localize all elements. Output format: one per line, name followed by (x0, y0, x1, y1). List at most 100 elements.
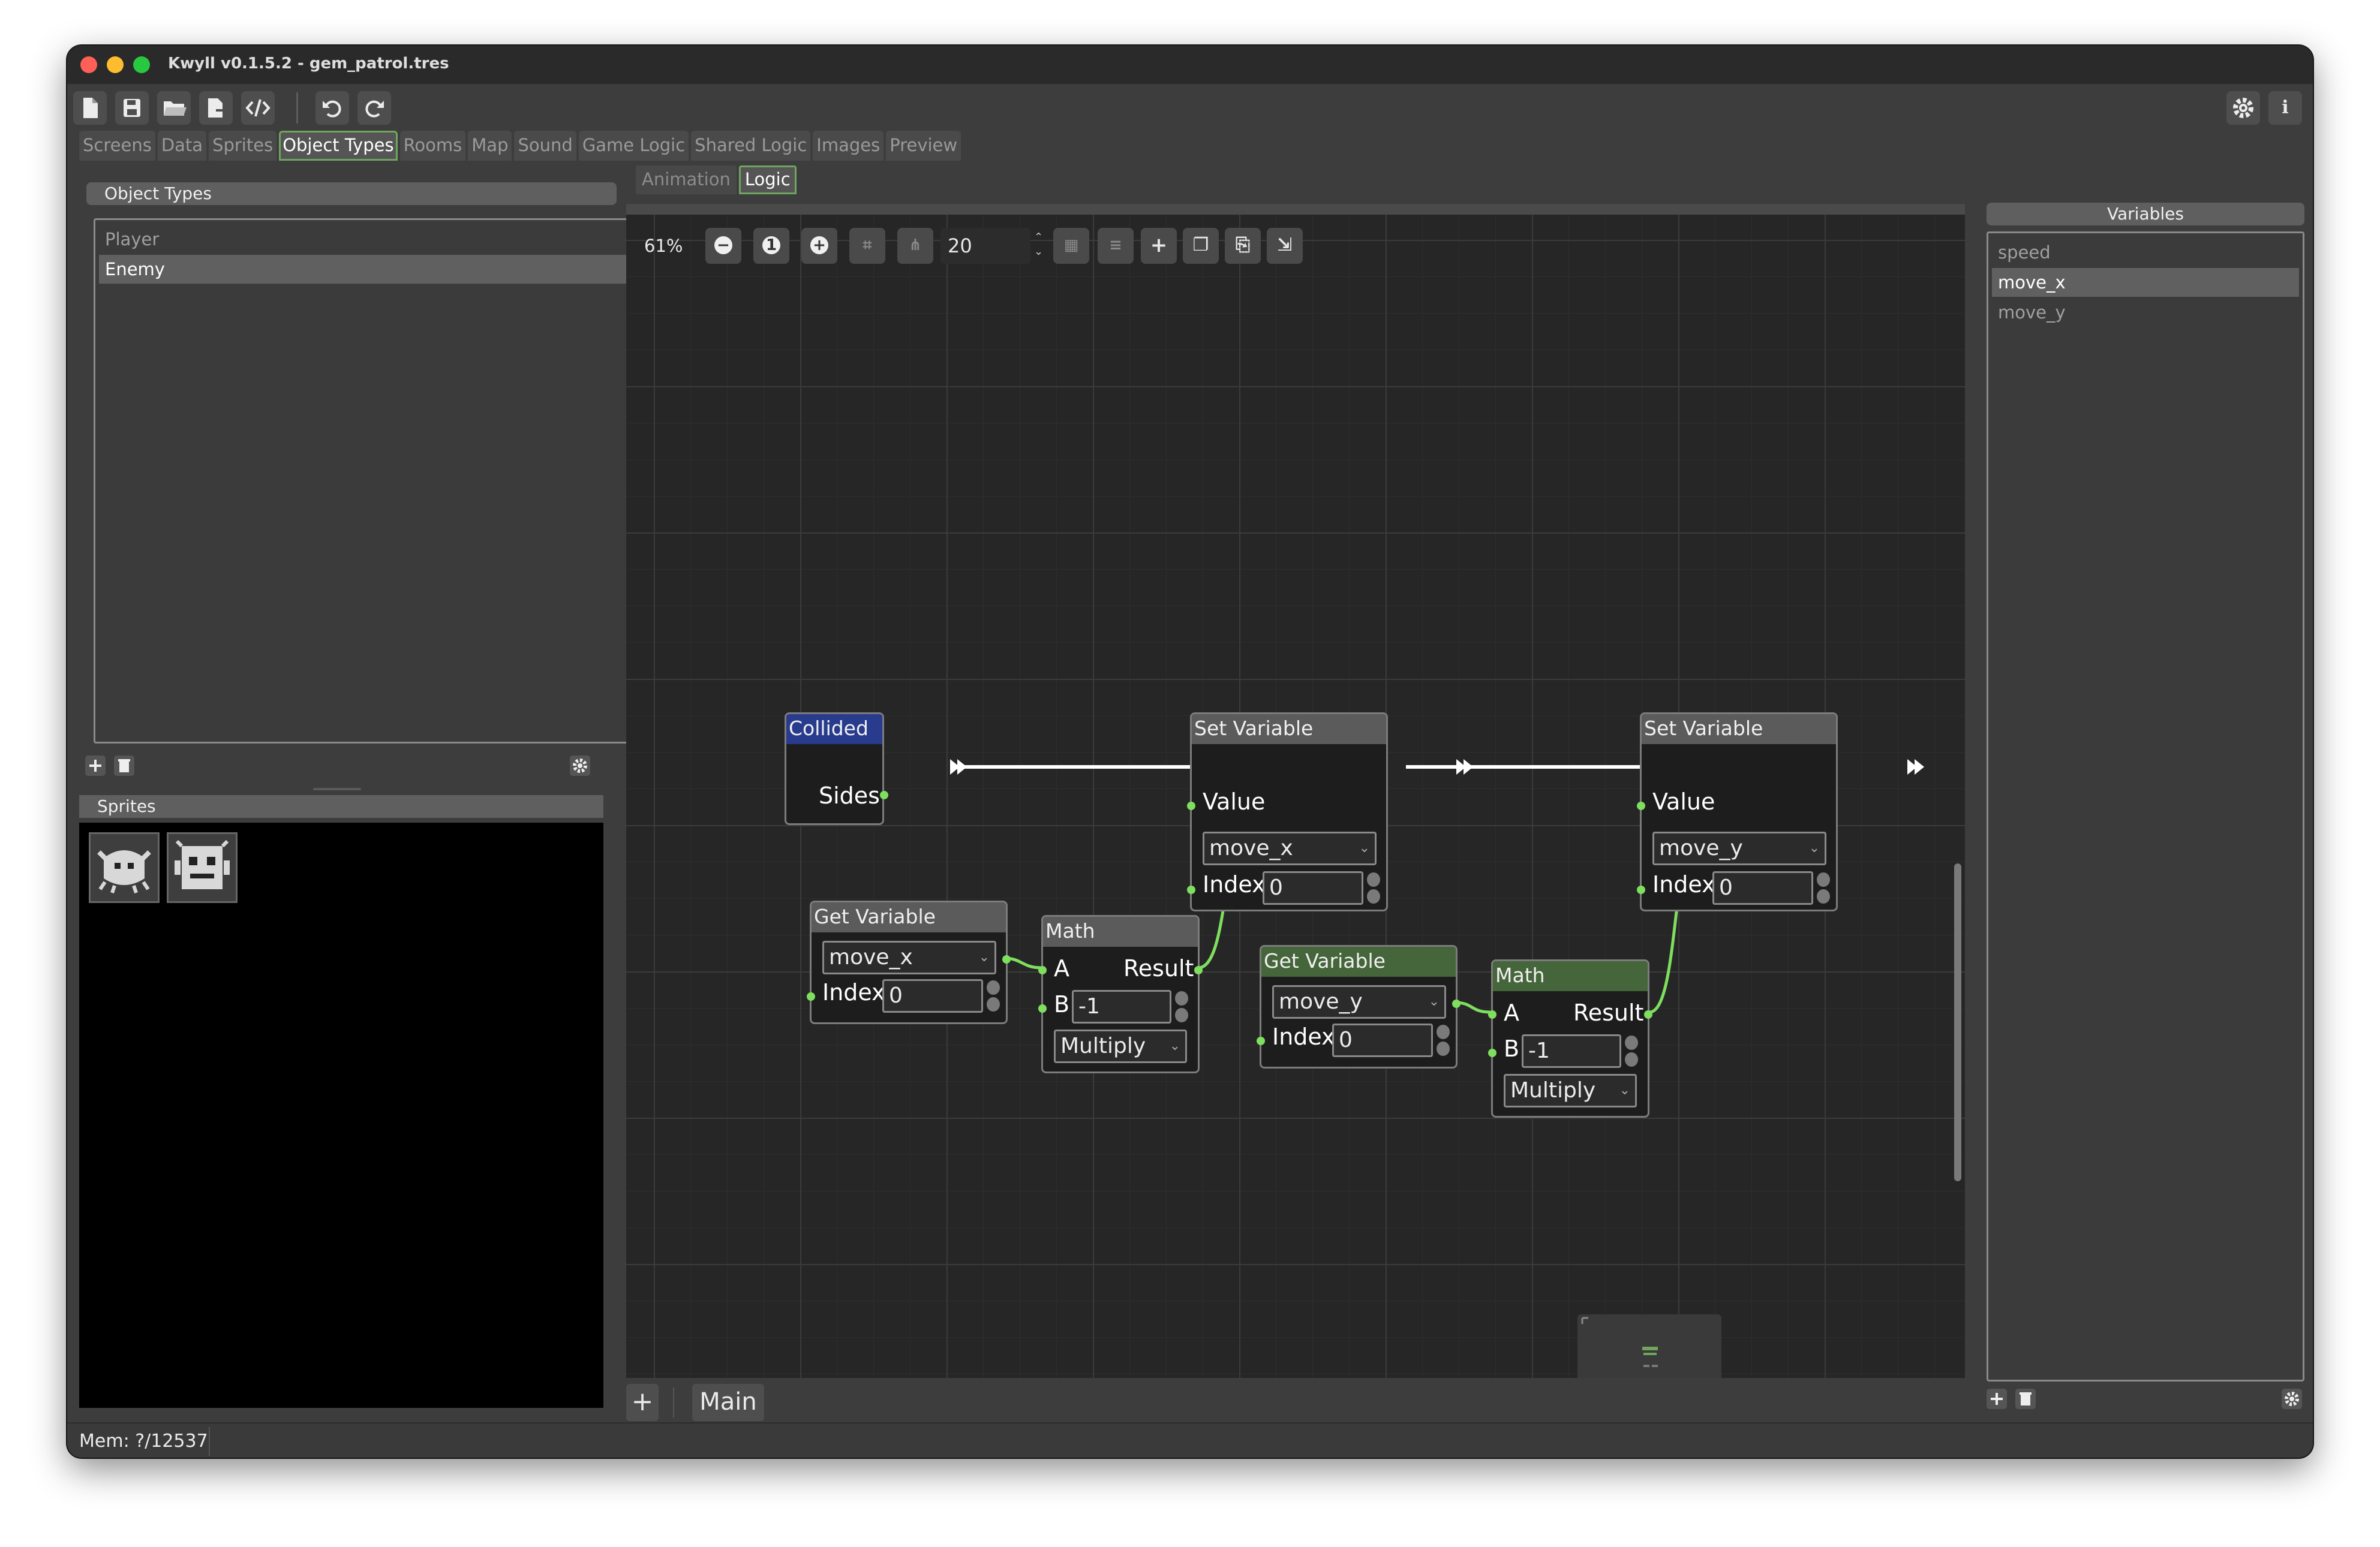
export-icon[interactable] (199, 91, 233, 125)
operation-dropdown[interactable]: Multiply ⌄ (1054, 1030, 1187, 1063)
variable-dropdown[interactable]: move_y ⌄ (1272, 985, 1446, 1019)
open-folder-icon[interactable] (157, 91, 191, 125)
variable-dropdown[interactable]: move_y ⌄ (1652, 832, 1826, 865)
logic-graph-canvas[interactable]: 61% − 1 + ⌗ ⋔ 20 ⌃ ⌄ ▦ ≡ + ❐ ⎘ ⇲ Collide… (626, 204, 1965, 1378)
input-port[interactable] (1488, 1010, 1496, 1019)
tab-preview[interactable]: Preview (886, 131, 961, 161)
undo-icon[interactable] (315, 91, 349, 125)
object-type-settings-icon[interactable] (570, 756, 590, 776)
paste-icon[interactable]: ⎘ (1225, 228, 1261, 264)
output-port[interactable] (1452, 1000, 1461, 1008)
list-item-player[interactable]: Player (99, 225, 627, 254)
node-math-2[interactable]: Math A Result B -1 Multiply ⌄ (1488, 959, 1652, 1118)
b-value-input[interactable]: -1 (1072, 990, 1171, 1024)
node-math-1[interactable]: Math A Result B -1 Multiply ⌄ (1038, 915, 1203, 1073)
index-input[interactable]: 0 (882, 979, 983, 1013)
arrange-nodes-icon[interactable]: ≡ (1098, 228, 1134, 264)
tab-main-graph[interactable]: Main (692, 1384, 764, 1421)
minimap-toggle-icon[interactable]: ▦ (1053, 228, 1089, 264)
sprite-thumbnail-robot[interactable] (167, 832, 238, 903)
minimize-window-button[interactable] (107, 56, 124, 73)
tab-sprites[interactable]: Sprites (209, 131, 277, 161)
list-item-speed[interactable]: speed (1992, 238, 2299, 267)
tab-game-logic[interactable]: Game Logic (578, 131, 689, 161)
delete-object-type-button[interactable] (114, 756, 134, 776)
input-port[interactable] (1637, 886, 1645, 894)
output-port[interactable] (880, 791, 888, 799)
delete-variable-button[interactable] (2015, 1389, 2036, 1409)
output-port[interactable] (1002, 955, 1011, 964)
b-value-stepper[interactable] (1175, 991, 1189, 1025)
input-port[interactable] (1488, 1049, 1496, 1057)
index-input[interactable]: 0 (1332, 1024, 1433, 1057)
duplicate-icon[interactable]: ❐ (1183, 228, 1219, 264)
add-variable-button[interactable] (1987, 1389, 2007, 1409)
input-port[interactable] (1187, 802, 1195, 810)
input-port[interactable] (807, 992, 815, 1001)
index-input[interactable]: 0 (1712, 871, 1813, 905)
add-graph-button[interactable]: + (626, 1384, 659, 1421)
index-stepper[interactable] (987, 980, 1001, 1014)
variable-settings-icon[interactable] (2282, 1389, 2302, 1409)
list-item-move-x[interactable]: move_x (1992, 268, 2299, 297)
redo-icon[interactable] (357, 91, 391, 125)
index-stepper[interactable] (1437, 1025, 1451, 1058)
tab-animation[interactable]: Animation (636, 165, 737, 194)
close-window-button[interactable] (80, 56, 97, 73)
panel-splitter[interactable] (313, 788, 361, 790)
snap-distance-input[interactable]: 20 (940, 228, 1030, 264)
tab-images[interactable]: Images (813, 131, 884, 161)
sprite-thumbnail-crab[interactable] (89, 832, 160, 903)
settings-icon[interactable] (2226, 91, 2260, 125)
toggle-snap-icon[interactable]: ⌗ (849, 228, 885, 264)
new-file-icon[interactable] (73, 91, 107, 125)
import-icon[interactable]: ⇲ (1267, 228, 1303, 264)
vertical-scrollbar[interactable] (1954, 863, 1961, 1181)
input-port[interactable] (1637, 802, 1645, 810)
node-get-variable-1[interactable]: Get Variable move_x ⌄ Index 0 (807, 901, 1011, 1024)
output-port[interactable] (1194, 966, 1203, 974)
input-port[interactable] (1257, 1037, 1265, 1045)
input-port[interactable] (1038, 966, 1047, 974)
tab-shared-logic[interactable]: Shared Logic (691, 131, 811, 161)
index-stepper[interactable] (1817, 872, 1831, 906)
variable-dropdown[interactable]: move_x ⌄ (822, 941, 996, 974)
add-object-type-button[interactable] (85, 756, 106, 776)
operation-dropdown[interactable]: Multiply ⌄ (1504, 1074, 1637, 1107)
list-item-move-y[interactable]: move_y (1992, 298, 2299, 327)
node-get-variable-2[interactable]: Get Variable move_y ⌄ Index 0 (1257, 945, 1461, 1069)
node-collided[interactable]: Collided Sides (785, 712, 888, 825)
node-set-variable-2[interactable]: Set Variable Value move_y ⌄ Index 0 (1637, 712, 1838, 911)
tab-object-types[interactable]: Object Types (279, 131, 398, 161)
code-icon[interactable] (241, 91, 275, 125)
tab-data[interactable]: Data (157, 131, 207, 161)
graph-minimap[interactable] (1577, 1314, 1721, 1378)
save-icon[interactable] (115, 91, 149, 125)
index-stepper[interactable] (1367, 872, 1381, 906)
index-input[interactable]: 0 (1263, 871, 1363, 905)
variables-list: speed move_x move_y (1987, 231, 2304, 1382)
output-port[interactable] (1644, 1010, 1652, 1019)
tab-sound[interactable]: Sound (514, 131, 576, 161)
b-value-stepper[interactable] (1625, 1036, 1639, 1069)
list-item-enemy[interactable]: Enemy (99, 255, 627, 284)
node-title: Set Variable (1192, 714, 1386, 744)
input-port[interactable] (1038, 1004, 1047, 1013)
snap-magnet-icon[interactable]: ⋔ (897, 228, 933, 264)
info-icon[interactable]: i (2268, 91, 2302, 125)
add-node-icon[interactable]: + (1141, 228, 1177, 264)
variable-dropdown[interactable]: move_x ⌄ (1203, 832, 1377, 865)
tab-logic[interactable]: Logic (738, 165, 797, 194)
node-set-variable-1[interactable]: Set Variable Value move_x ⌄ Index 0 (1187, 712, 1388, 911)
maximize-window-button[interactable] (133, 56, 150, 73)
tab-map[interactable]: Map (468, 131, 512, 161)
tab-screens[interactable]: Screens (79, 131, 155, 161)
zoom-reset-button[interactable]: 1 (753, 228, 789, 264)
snap-distance-stepper[interactable]: ⌃ ⌄ (1034, 230, 1043, 259)
tab-rooms[interactable]: Rooms (399, 131, 466, 161)
zoom-out-button[interactable]: − (705, 228, 741, 264)
zoom-in-button[interactable]: + (801, 228, 837, 264)
b-value-input[interactable]: -1 (1522, 1034, 1621, 1068)
main-toolbar: i (67, 84, 2313, 130)
input-port[interactable] (1187, 886, 1195, 894)
